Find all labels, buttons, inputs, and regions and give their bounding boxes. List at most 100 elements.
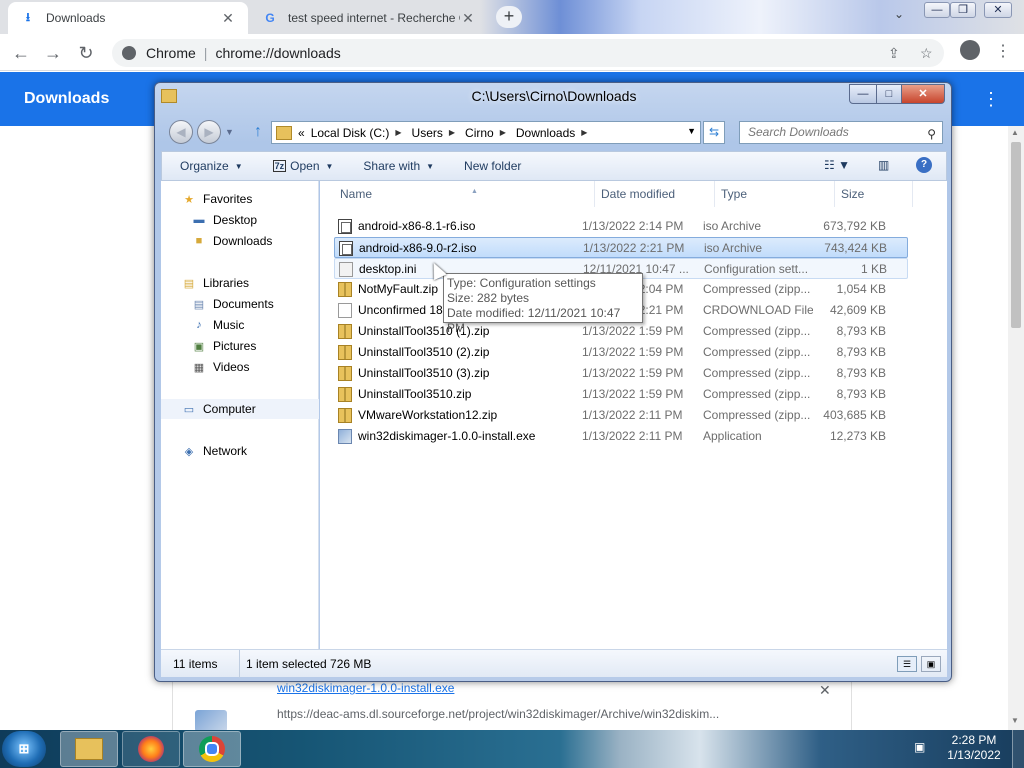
- open-button[interactable]: 7z Open ▼: [255, 159, 346, 173]
- tab-search-icon[interactable]: ⌄: [888, 7, 910, 27]
- column-size[interactable]: Size: [835, 181, 913, 207]
- page-scrollbar[interactable]: ▲ ▼: [1008, 126, 1024, 730]
- column-name[interactable]: Name ▲: [334, 181, 595, 207]
- tab-close-icon[interactable]: ✕: [460, 10, 476, 27]
- file-row[interactable]: win32diskimager-1.0.0-install.exe 1/13/20…: [334, 426, 908, 447]
- profile-avatar[interactable]: [960, 40, 980, 60]
- file-row[interactable]: android-x86-8.1-r6.iso 1/13/2022 2:14 PM i…: [334, 216, 908, 237]
- chevron-right-icon[interactable]: ▶: [500, 128, 506, 137]
- file-row[interactable]: UninstallTool3510.zip 1/13/2022 1:59 PM Co…: [334, 384, 908, 405]
- column-date-modified[interactable]: Date modified: [595, 181, 715, 207]
- nav-downloads[interactable]: ■ Downloads: [161, 231, 319, 251]
- file-type: Compressed (zipp...: [703, 366, 811, 380]
- chrome-page-icon: [122, 46, 136, 60]
- forward-icon[interactable]: →: [42, 42, 64, 64]
- breadcrumb-cirno[interactable]: Cirno: [465, 126, 494, 140]
- tab-close-icon[interactable]: ✕: [220, 10, 236, 27]
- details-view-icon[interactable]: ☰: [897, 656, 917, 672]
- restore-button[interactable]: ❐: [950, 2, 976, 18]
- nav-libraries[interactable]: ▤ Libraries: [161, 273, 319, 293]
- new-tab-button[interactable]: +: [496, 6, 522, 28]
- taskbar-explorer[interactable]: [60, 731, 118, 767]
- new-folder-label: New folder: [464, 159, 522, 173]
- scroll-down-icon[interactable]: ▼: [1011, 716, 1019, 725]
- nav-documents[interactable]: ▤ Documents: [161, 294, 319, 314]
- file-row[interactable]: android-x86-9.0-r2.iso 1/13/2022 2:21 PM i…: [334, 237, 908, 258]
- search-input[interactable]: Search Downloads ⚲: [739, 121, 943, 144]
- refresh-icon[interactable]: ⇆: [703, 121, 725, 144]
- command-bar: Organize ▼ 7z Open ▼ Share with ▼ New folder…: [161, 151, 947, 181]
- nav-music[interactable]: ♪ Music: [161, 315, 319, 335]
- share-with-button[interactable]: Share with ▼: [345, 159, 446, 173]
- file-row[interactable]: UninstallTool3510 (2).zip 1/13/2022 1:59 …: [334, 342, 908, 363]
- network-tray-icon[interactable]: ▣: [914, 740, 930, 756]
- minimize-button[interactable]: —: [849, 84, 877, 104]
- file-size: 8,793 KB: [836, 345, 886, 359]
- back-icon[interactable]: ←: [10, 42, 32, 64]
- clock-time: 2:28 PM: [951, 733, 997, 747]
- star-icon: ★: [184, 193, 194, 206]
- address-bar[interactable]: Chrome | chrome://downloads ⇪ ☆: [112, 39, 944, 67]
- column-label: Size: [841, 187, 865, 201]
- scroll-thumb[interactable]: [1011, 142, 1021, 328]
- help-icon[interactable]: ?: [916, 157, 932, 173]
- taskbar-chrome[interactable]: [183, 731, 241, 767]
- chevron-down-icon[interactable]: ▼: [687, 126, 696, 136]
- nav-network[interactable]: ◈ Network: [161, 441, 319, 461]
- close-button[interactable]: ✕: [901, 84, 945, 104]
- nav-desktop[interactable]: ▬ Desktop: [161, 210, 319, 230]
- blank-file-icon: [338, 303, 352, 318]
- file-row[interactable]: VMwareWorkstation12.zip 1/13/2022 2:11 PM…: [334, 405, 908, 426]
- close-button[interactable]: ✕: [984, 2, 1012, 18]
- organize-button[interactable]: Organize ▼: [162, 159, 255, 173]
- system-clock[interactable]: 2:28 PM 1/13/2022: [940, 733, 1008, 763]
- file-name: UninstallTool3510 (3).zip: [358, 366, 490, 380]
- view-options-icon[interactable]: ☷ ▼: [824, 158, 850, 172]
- file-name: VMwareWorkstation12.zip: [358, 408, 498, 422]
- address-bar[interactable]: « Local Disk (C:) ▶ Users ▶ Cirno ▶ Down…: [271, 121, 701, 144]
- nav-favorites[interactable]: ★ Favorites: [161, 189, 319, 209]
- breadcrumb-downloads[interactable]: Downloads: [516, 126, 575, 140]
- minimize-button[interactable]: —: [924, 2, 950, 18]
- column-type[interactable]: Type: [715, 181, 835, 207]
- chrome-tab-strip: ⭳ Downloads ✕ G test speed internet - Re…: [0, 0, 1024, 34]
- reload-icon[interactable]: ↻: [75, 42, 97, 64]
- search-icon[interactable]: ⚲: [927, 124, 936, 145]
- scroll-up-icon[interactable]: ▲: [1011, 128, 1019, 137]
- tab-downloads[interactable]: ⭳ Downloads ✕: [8, 2, 248, 34]
- up-arrow-icon[interactable]: ↑: [249, 123, 267, 143]
- nav-label: Documents: [213, 297, 274, 311]
- chrome-menu-icon[interactable]: ⋮: [995, 42, 1011, 62]
- nav-videos[interactable]: ▦ Videos: [161, 357, 319, 377]
- nav-computer[interactable]: ▭ Computer: [161, 399, 319, 419]
- libraries-icon: ▤: [183, 277, 195, 290]
- start-button[interactable]: ⊞: [2, 731, 46, 767]
- recent-pages-icon[interactable]: ▼: [225, 127, 234, 137]
- address-overflow[interactable]: «: [298, 126, 305, 140]
- back-button[interactable]: ◀: [169, 120, 193, 144]
- tab-google-search[interactable]: G test speed internet - Recherche G ✕: [250, 2, 488, 34]
- chevron-right-icon[interactable]: ▶: [395, 128, 401, 137]
- preview-pane-icon[interactable]: ▥: [878, 158, 889, 172]
- download-file-link[interactable]: win32diskimager-1.0.0-install.exe: [277, 681, 454, 695]
- downloads-menu-icon[interactable]: ⋮: [982, 88, 1000, 110]
- file-row[interactable]: UninstallTool3510 (3).zip 1/13/2022 1:59 …: [334, 363, 908, 384]
- forward-button[interactable]: ▶: [197, 120, 221, 144]
- show-desktop-button[interactable]: [1012, 730, 1024, 768]
- breadcrumb-users[interactable]: Users: [412, 126, 443, 140]
- chevron-right-icon[interactable]: ▶: [581, 128, 587, 137]
- breadcrumb-local-disk[interactable]: Local Disk (C:): [311, 126, 390, 140]
- remove-download-icon[interactable]: ✕: [819, 682, 831, 699]
- large-icons-view-icon[interactable]: ▣: [921, 656, 941, 672]
- taskbar-firefox[interactable]: [122, 731, 180, 767]
- exe-file-icon: [338, 429, 352, 444]
- maximize-button[interactable]: □: [876, 84, 902, 104]
- nav-pictures[interactable]: ▣ Pictures: [161, 336, 319, 356]
- chevron-right-icon[interactable]: ▶: [449, 128, 455, 137]
- new-folder-button[interactable]: New folder: [446, 159, 533, 173]
- omnibox-site: Chrome: [146, 45, 196, 61]
- pictures-icon: ▣: [193, 340, 205, 353]
- share-icon[interactable]: ⇪: [888, 45, 900, 62]
- file-date: 1/13/2022 2:14 PM: [582, 219, 684, 233]
- bookmark-star-icon[interactable]: ☆: [920, 45, 933, 62]
